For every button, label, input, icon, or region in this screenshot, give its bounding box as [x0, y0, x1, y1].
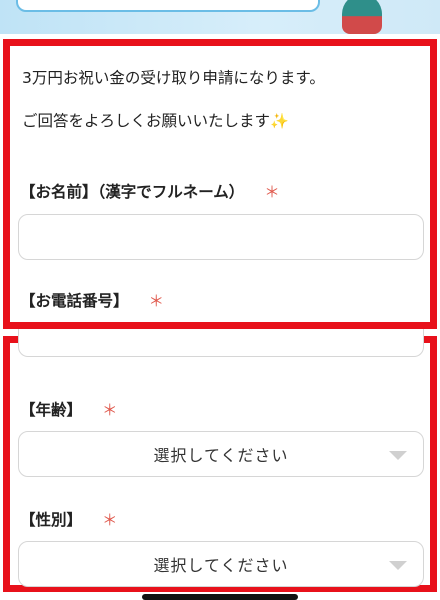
name-input[interactable] [18, 214, 424, 260]
intro-line-2: ご回答をよろしくお願いいたします✨ [22, 109, 289, 131]
required-mark: ＊ [102, 511, 118, 529]
required-mark: ＊ [148, 292, 165, 310]
chevron-down-icon [389, 451, 407, 460]
required-mark: ＊ [264, 183, 280, 201]
phone-input[interactable] [18, 329, 424, 357]
top-banner-image [0, 0, 440, 34]
home-indicator [142, 594, 298, 600]
phone-field-label: 【お電話番号】 ＊ [20, 289, 164, 311]
age-select-value: 選択してください [153, 446, 289, 465]
sparkles-icon: ✨ [270, 112, 289, 130]
intro-line-2-text: ご回答をよろしくお願いいたします [22, 112, 271, 130]
banner-card-shape [16, 0, 320, 12]
gender-label-text: 【性別】 [20, 511, 83, 529]
gender-select-value: 選択してください [153, 556, 289, 575]
required-mark: ＊ [102, 401, 118, 419]
gender-field-label: 【性別】 ＊ [20, 508, 118, 530]
chevron-down-icon [389, 561, 407, 570]
name-field-label: 【お名前】（漢字でフルネーム） ＊ [20, 180, 280, 202]
intro-line-1: 3万円お祝い金の受け取り申請になります。 [22, 69, 325, 87]
form-panel-top: 3万円お祝い金の受け取り申請になります。 ご回答をよろしくお願いいたします✨ 【… [3, 39, 437, 329]
age-field-label: 【年齢】 ＊ [20, 398, 118, 420]
gender-select[interactable]: 選択してください [18, 541, 424, 587]
age-label-text: 【年齢】 [20, 401, 83, 419]
banner-character-illustration [342, 0, 382, 34]
age-select[interactable]: 選択してください [18, 431, 424, 477]
phone-label-text: 【お電話番号】 [20, 292, 129, 310]
form-panel-bottom: 【年齢】 ＊ 選択してください 【性別】 ＊ 選択してください [3, 329, 437, 592]
name-label-text: 【お名前】（漢字でフルネーム） [20, 183, 245, 201]
